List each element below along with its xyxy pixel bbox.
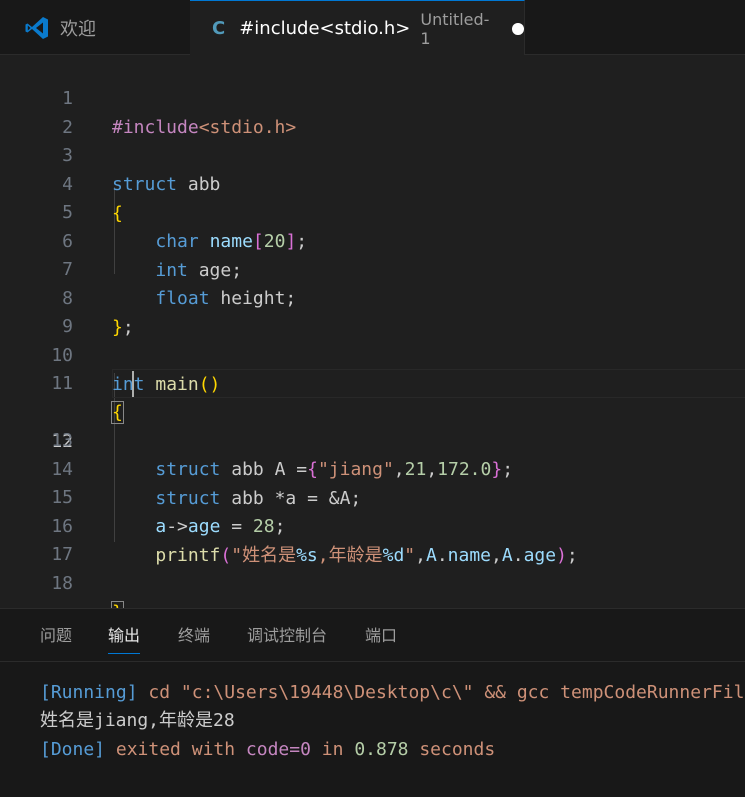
text-cursor [132, 371, 134, 397]
done-text: seconds [408, 739, 496, 760]
code-line-1: 1 #include<stdio.h> [0, 55, 745, 138]
code-line-18: 18 } [0, 540, 745, 624]
line-number: 18 [51, 573, 73, 594]
elapsed-seconds: 0.878 [354, 739, 409, 760]
tab-untitled-1[interactable]: C #include<stdio.h> Untitled-1 [190, 0, 525, 56]
current-line-highlight [112, 369, 745, 398]
output-view[interactable]: [Running] cd "c:\Users\19448\Desktop\c\"… [0, 661, 745, 797]
code-line-12-active: 12 [0, 369, 745, 452]
c-language-icon: C [212, 18, 226, 39]
running-tag: [Running] [40, 682, 138, 703]
command-text: cd "c:\Users\19448\Desktop\c\" && gcc te… [148, 682, 745, 703]
code-line-6: 6 int age; [0, 198, 745, 281]
output-line-running: [Running] cd "c:\Users\19448\Desktop\c\"… [40, 679, 745, 707]
panel-tab-bar: 问题 输出 终端 调试控制台 端口 [0, 609, 745, 661]
tab-welcome-label: 欢迎 [60, 18, 96, 40]
code-line-8: 8 }; [0, 255, 745, 338]
code-line-10: 10 int main() [0, 312, 745, 395]
code-line-9: 9 [0, 283, 745, 337]
code-line-2: 2 [0, 84, 745, 138]
tab-terminal[interactable]: 终端 [178, 623, 210, 653]
code-line-15: 15 a->age = 28; [0, 454, 745, 537]
code-line-16: 16 printf("姓名是%s,年龄是%d",A.name,A.age); [0, 483, 745, 566]
done-tag: [Done] [40, 739, 106, 760]
done-text: in [310, 739, 355, 760]
code-line-17: 17 [0, 511, 745, 565]
tab-welcome[interactable]: 欢迎 [0, 0, 189, 55]
code-line-4: 4 { [0, 141, 745, 224]
code-line-7: 7 float height; [0, 226, 745, 309]
program-output: 姓名是jiang,年龄是28 [40, 710, 235, 731]
output-line-done: [Done] exited with code=0 in 0.878 secon… [40, 736, 495, 764]
output-line-result: 姓名是jiang,年龄是28 [40, 707, 235, 735]
exit-code: code=0 [245, 739, 311, 760]
code-editor[interactable]: 1 #include<stdio.h> 2 3 struct abb 4 { 5… [0, 55, 745, 624]
code-line-3: 3 struct abb [0, 112, 745, 195]
tab-file-description: Untitled-1 [420, 9, 490, 48]
editor-tab-bar: 欢迎 C #include<stdio.h> Untitled-1 [0, 0, 745, 56]
code-line-11: 11 { [0, 340, 745, 424]
vscode-logo-icon [25, 16, 48, 39]
unsaved-dot-icon[interactable] [512, 22, 524, 35]
tab-file-label: #include<stdio.h> [239, 18, 411, 39]
done-text: exited with [105, 739, 246, 760]
tab-debug-console[interactable]: 调试控制台 [247, 623, 327, 653]
code-line-14: 14 struct abb *a = &A; [0, 426, 745, 509]
tab-output[interactable]: 输出 [108, 623, 141, 654]
code-line-13: 13 struct abb A ={"jiang",21,172.0}; [0, 397, 745, 480]
tab-problems[interactable]: 问题 [40, 623, 72, 653]
tab-ports[interactable]: 端口 [365, 623, 397, 653]
bottom-panel: 问题 输出 终端 调试控制台 端口 [Running] cd "c:\Users… [0, 608, 745, 797]
code-line-5: 5 char name[20]; [0, 169, 745, 252]
